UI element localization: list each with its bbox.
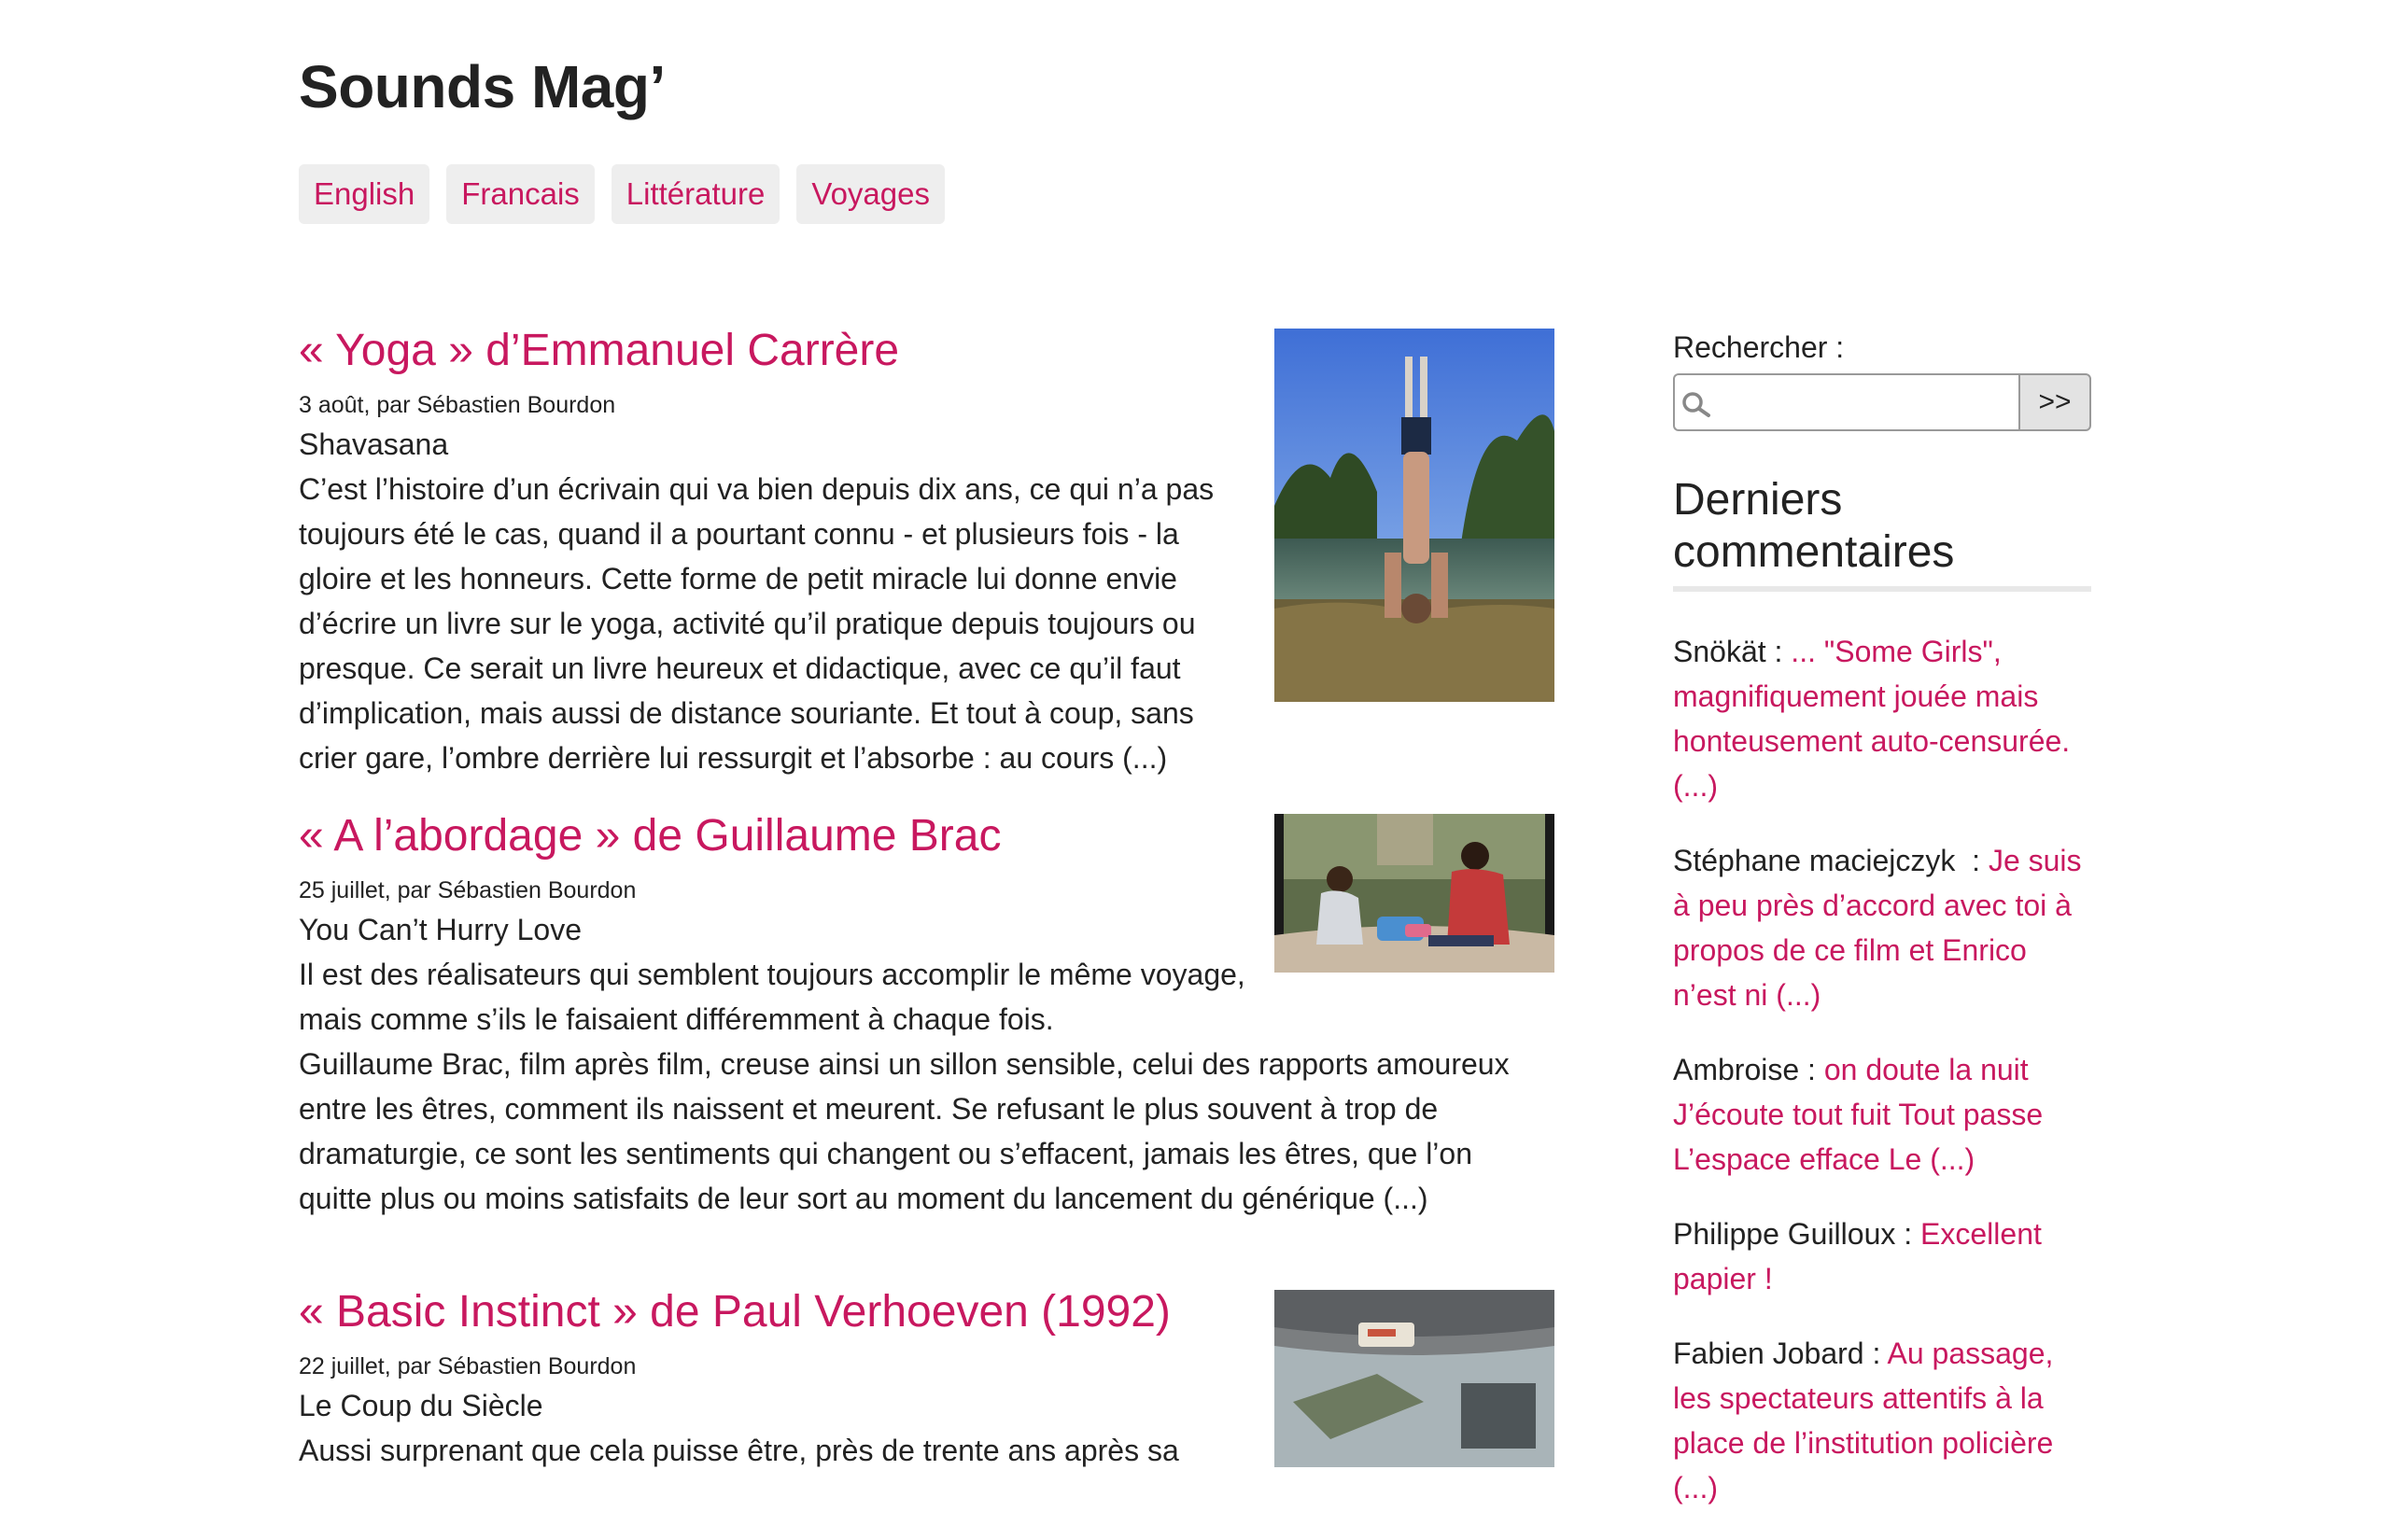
nav-item-voyages[interactable]: Voyages — [796, 164, 945, 224]
article-list: « Yoga » d’Emmanuel Carrère 3 août, par … — [299, 317, 1554, 1467]
sidebar: Rechercher : >> Derniers commentaires Sn… — [1673, 327, 2091, 1540]
category-nav: English Francais Littérature Voyages — [299, 164, 945, 224]
article-yoga: « Yoga » d’Emmanuel Carrère 3 août, par … — [299, 317, 1554, 803]
search-field-wrapper — [1673, 373, 2018, 431]
search-icon — [1682, 392, 1710, 417]
latest-comments-heading: Derniers commentaires — [1673, 474, 2091, 592]
article-thumbnail[interactable] — [1274, 814, 1554, 973]
site-title[interactable]: Sounds Mag’ — [299, 52, 666, 121]
nav-item-francais[interactable]: Francais — [446, 164, 595, 224]
comment-author: Philippe Guilloux : — [1673, 1217, 1921, 1251]
article-thumbnail[interactable] — [1274, 1290, 1554, 1467]
comment-item: Ambroise : on doute la nuit J’écoute tou… — [1673, 1047, 2091, 1182]
comment-item: Snökät : ... "Some Girls", magnifiquemen… — [1673, 629, 2091, 808]
article-excerpt: Il est des réalisateurs qui semblent tou… — [299, 958, 1510, 1215]
search-submit-button[interactable]: >> — [2018, 373, 2091, 431]
nav-item-litterature[interactable]: Littérature — [611, 164, 780, 224]
article-title-link[interactable]: « Yoga » d’Emmanuel Carrère — [299, 326, 899, 375]
comment-item: Philippe Guilloux : Excellent papier ! — [1673, 1211, 2091, 1301]
article-title-link[interactable]: « A l’abordage » de Guillaume Brac — [299, 811, 1001, 861]
comment-author: Stéphane maciejczyk : — [1673, 844, 1989, 877]
nav-item-english[interactable]: English — [299, 164, 430, 224]
comment-author: Ambroise : — [1673, 1053, 1824, 1086]
comment-item: Stéphane maciejczyk : Je suis à peu près… — [1673, 838, 2091, 1017]
search-label: Rechercher : — [1673, 330, 1845, 364]
article-title-link[interactable]: « Basic Instinct » de Paul Verhoeven (19… — [299, 1287, 1171, 1337]
article-basic-instinct: « Basic Instinct » de Paul Verhoeven (19… — [299, 1279, 1554, 1467]
article-abordage: « A l’abordage » de Guillaume Brac 25 ju… — [299, 803, 1554, 1279]
search-input[interactable] — [1675, 375, 2018, 429]
comment-item: Fabien Jobard : Au passage, les spectate… — [1673, 1331, 2091, 1510]
comment-author: Fabien Jobard : — [1673, 1337, 1888, 1370]
article-thumbnail[interactable] — [1274, 329, 1554, 702]
comment-author: Snökät : — [1673, 635, 1792, 668]
search-form: >> — [1673, 373, 2091, 431]
latest-comments-list: Snökät : ... "Some Girls", magnifiquemen… — [1673, 629, 2091, 1510]
